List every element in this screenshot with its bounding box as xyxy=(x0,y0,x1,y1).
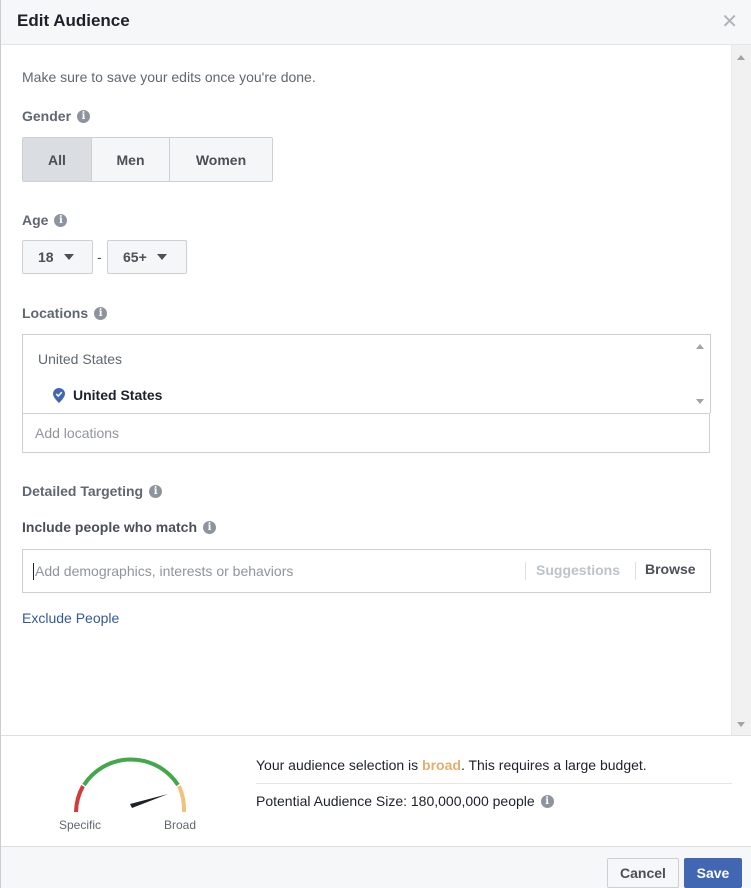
gauge-orange-arc xyxy=(177,785,187,813)
include-people-label-text: Include people who match xyxy=(22,519,198,535)
gauge-broad-label: Broad xyxy=(164,818,197,832)
gender-all-button[interactable]: All xyxy=(23,138,92,181)
gauge-red-arc xyxy=(74,785,85,813)
potential-audience-size: Potential Audience Size: 180,000,000 peo… xyxy=(256,793,554,809)
suggestions-button[interactable]: Suggestions xyxy=(536,562,620,578)
audience-divider xyxy=(256,783,732,784)
locations-info-icon[interactable]: i xyxy=(94,306,108,320)
gender-label-text: Gender xyxy=(22,108,72,124)
dialog-header: Edit Audience ✕ xyxy=(1,0,751,45)
detailed-targeting-info-icon[interactable]: i xyxy=(149,484,163,498)
gender-info-icon[interactable]: i xyxy=(77,109,91,123)
gauge-specific-label: Specific xyxy=(59,818,102,832)
audience-summary-text: Your audience selection is broad. This r… xyxy=(256,757,647,773)
audience-summary-prefix: Your audience selection is xyxy=(256,757,423,773)
age-min-select[interactable]: 18 xyxy=(22,240,93,274)
scroll-down-arrow-icon[interactable] xyxy=(737,722,745,727)
location-item[interactable]: United States xyxy=(53,387,162,403)
include-people-label: Include people who match i xyxy=(22,519,217,535)
age-label: Age i xyxy=(22,212,68,228)
gauge-green-arc xyxy=(82,757,180,787)
browse-divider xyxy=(635,562,636,580)
add-locations-input[interactable]: Add locations xyxy=(22,413,710,453)
cancel-button[interactable]: Cancel xyxy=(607,858,679,888)
locations-scroll-up-icon[interactable] xyxy=(696,344,704,349)
gauge-needle xyxy=(130,794,168,808)
scroll-up-arrow-icon[interactable] xyxy=(737,55,745,60)
save-button[interactable]: Save xyxy=(684,858,742,888)
locations-list: United States United States xyxy=(22,334,711,413)
gender-men-button[interactable]: Men xyxy=(92,138,170,181)
gender-label: Gender i xyxy=(22,108,91,124)
browse-button[interactable]: Browse xyxy=(645,561,696,577)
age-max-select[interactable]: 65+ xyxy=(107,240,187,274)
age-max-value: 65+ xyxy=(123,249,147,265)
locations-label: Locations i xyxy=(22,305,108,321)
targeting-search-box[interactable]: Add demographics, interests or behaviors… xyxy=(22,549,711,593)
detailed-targeting-label: Detailed Targeting i xyxy=(22,483,163,499)
location-pin-icon xyxy=(53,387,65,403)
targeting-search-input[interactable]: Add demographics, interests or behaviors xyxy=(33,563,293,580)
potential-audience-text: Potential Audience Size: 180,000,000 peo… xyxy=(256,793,535,809)
close-icon[interactable]: ✕ xyxy=(721,12,738,32)
audience-level-word: broad xyxy=(422,757,461,773)
location-item-label: United States xyxy=(73,387,163,403)
locations-label-text: Locations xyxy=(22,305,89,321)
potential-audience-info-icon[interactable]: i xyxy=(540,794,554,808)
gender-toggle-group: All Men Women xyxy=(22,137,273,182)
edit-audience-dialog: Edit Audience ✕ Make sure to save your e… xyxy=(0,0,751,888)
save-hint-text: Make sure to save your edits once you're… xyxy=(22,69,316,85)
include-people-info-icon[interactable]: i xyxy=(203,520,217,534)
dialog-scrollbar[interactable] xyxy=(731,45,751,735)
detailed-targeting-label-text: Detailed Targeting xyxy=(22,483,144,499)
age-info-icon[interactable]: i xyxy=(54,213,68,227)
suggestions-divider xyxy=(525,562,526,580)
age-label-text: Age xyxy=(22,212,49,228)
age-max-caret-icon xyxy=(156,254,167,260)
age-min-value: 18 xyxy=(38,249,54,265)
audience-summary-suffix: . This requires a large budget. xyxy=(460,757,647,773)
exclude-people-link[interactable]: Exclude People xyxy=(22,610,119,626)
dialog-title: Edit Audience xyxy=(17,11,130,30)
location-group-heading: United States xyxy=(38,351,123,367)
gender-women-button[interactable]: Women xyxy=(170,138,272,181)
locations-scroll-down-icon[interactable] xyxy=(696,399,704,404)
age-min-caret-icon xyxy=(63,254,74,260)
age-separator: - xyxy=(97,249,102,265)
